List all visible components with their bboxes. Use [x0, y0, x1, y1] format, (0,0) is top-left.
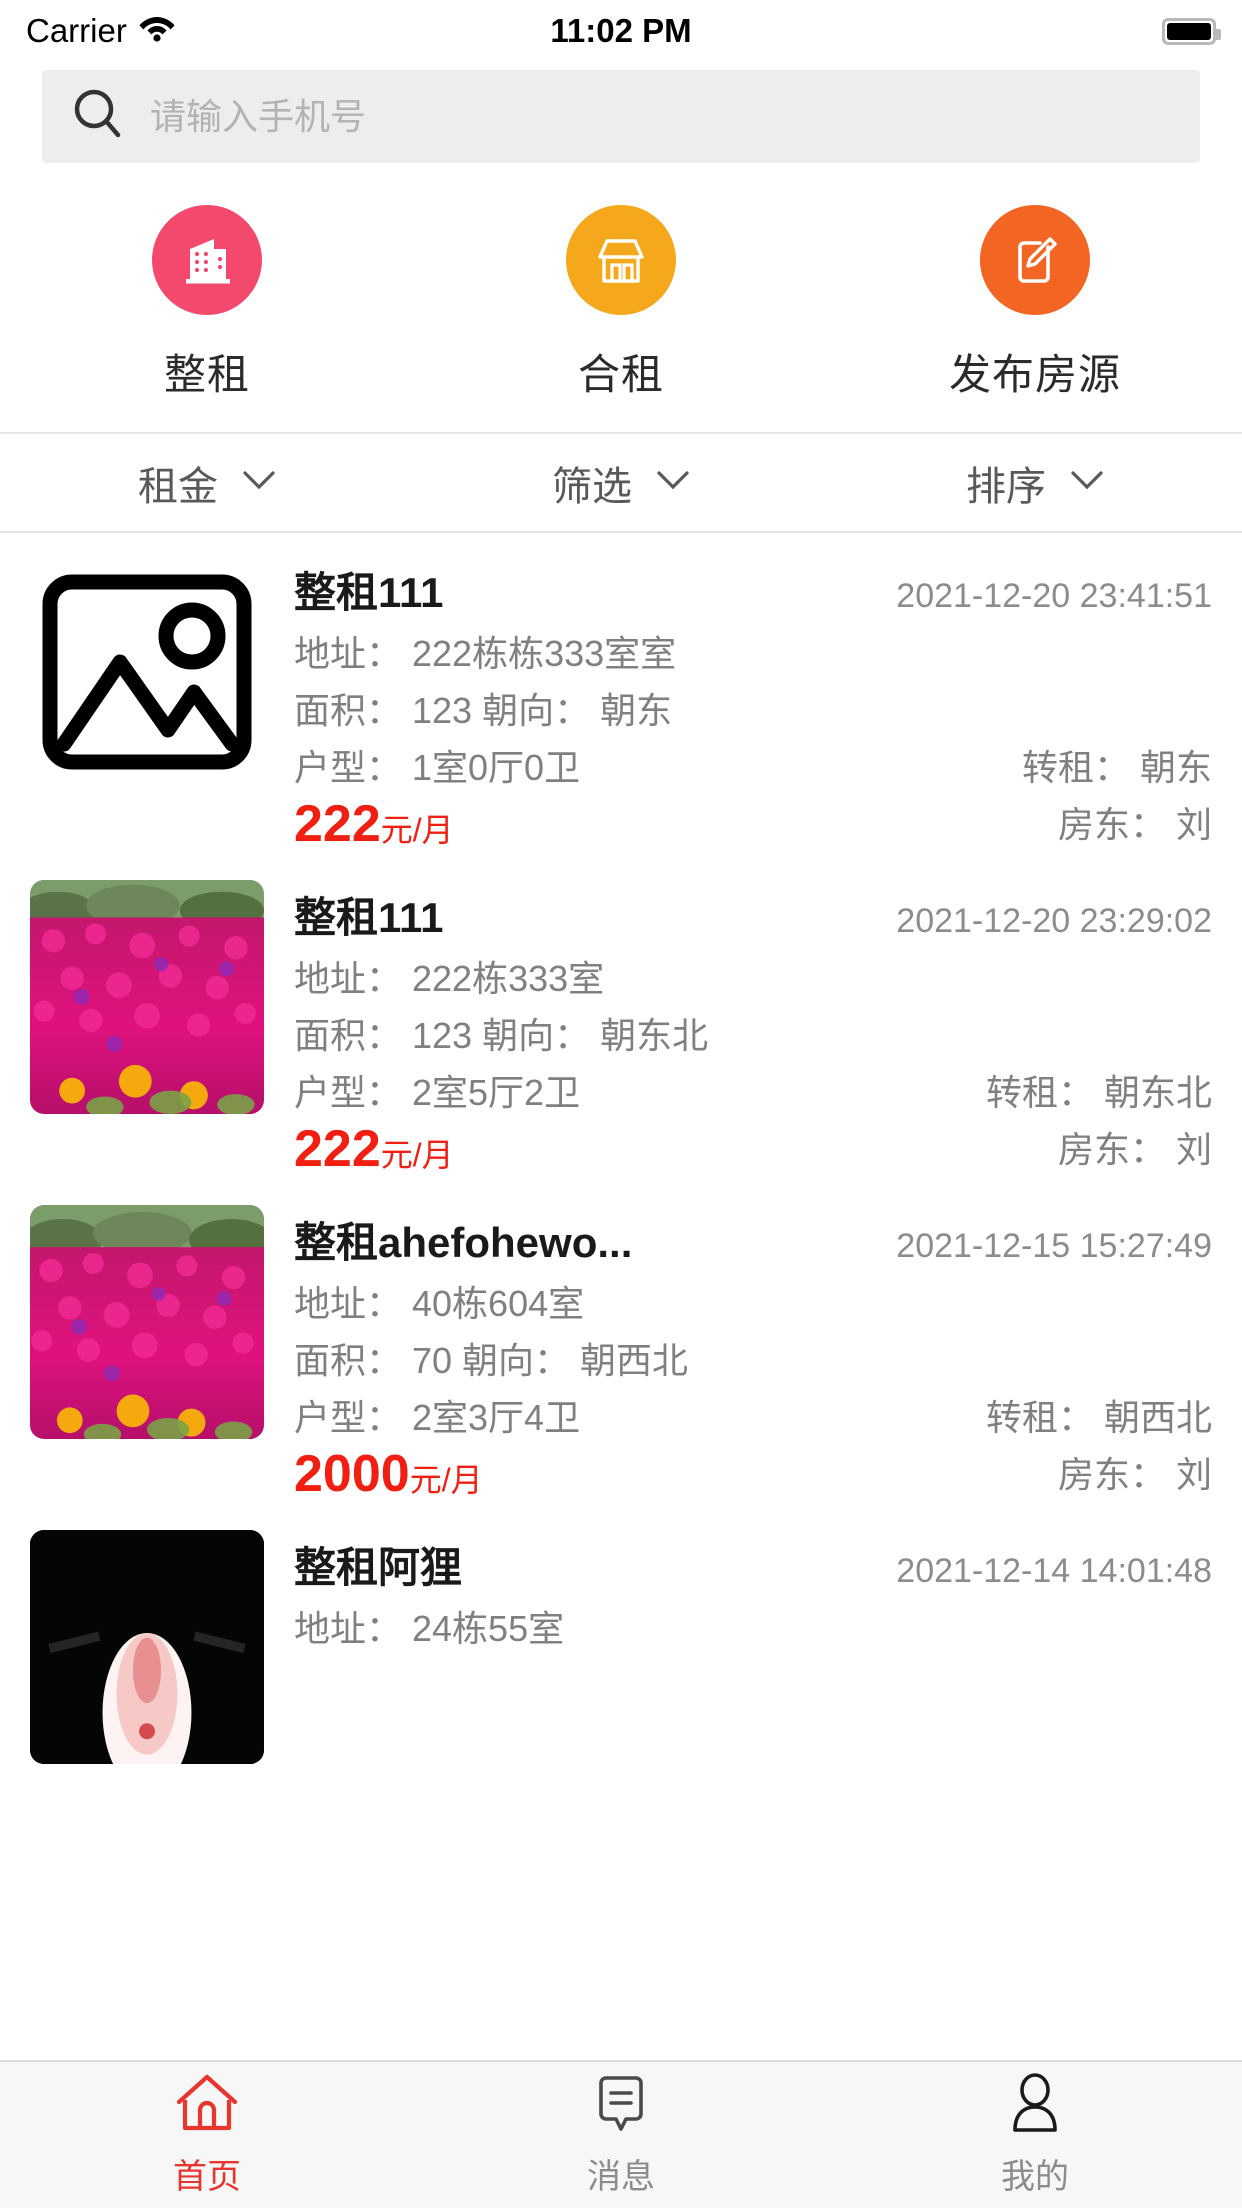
- tab-label: 首页: [173, 2158, 241, 2196]
- category-hezu[interactable]: 合租: [414, 205, 828, 402]
- listing-thumbnail: [30, 1205, 264, 1439]
- tab-label: 消息: [587, 2158, 655, 2196]
- category-label: 发布房源: [948, 351, 1121, 398]
- listing-price: 222元/月: [294, 795, 454, 853]
- tab-bar: 首页 消息 我的: [0, 2060, 1242, 2208]
- list-item[interactable]: 整租阿狸 2021-12-14 14:01:48 地址： 24栋55室: [0, 1504, 1242, 1764]
- listing-landlord: 房东： 刘: [1057, 1129, 1212, 1170]
- listing-layout-row: 户型： 2室5厅2卫 转租： 朝东北: [294, 1064, 1212, 1116]
- filter-label: 租金: [138, 464, 218, 509]
- listing-title: 整租ahefohewo...: [294, 1219, 633, 1266]
- listing-landlord: 房东： 刘: [1057, 1454, 1212, 1495]
- shop-icon: [566, 205, 676, 315]
- tab-label: 我的: [1001, 2158, 1069, 2196]
- listing-address: 地址： 222栋333室: [294, 958, 605, 999]
- listing-sublet: 转租： 朝东北: [985, 1072, 1212, 1113]
- listing-info: 整租111 2021-12-20 23:29:02 地址： 222栋333室 面…: [294, 880, 1212, 1179]
- listing-header: 整租111 2021-12-20 23:41:51: [294, 559, 1212, 620]
- listing-layout: 户型： 2室5厅2卫: [294, 1072, 581, 1113]
- search-bar[interactable]: [42, 70, 1200, 163]
- listing-sublet: 转租： 朝西北: [985, 1397, 1212, 1438]
- listing-info: 整租阿狸 2021-12-14 14:01:48 地址： 24栋55室: [294, 1530, 1212, 1764]
- filter-sort[interactable]: 排序: [828, 454, 1242, 512]
- filter-bar: 租金 筛选 排序: [0, 434, 1242, 531]
- message-icon: [588, 2072, 654, 2139]
- category-publish[interactable]: 发布房源: [828, 205, 1242, 402]
- listing-info: 整租111 2021-12-20 23:41:51 地址： 222栋栋333室室…: [294, 555, 1212, 854]
- listing-area-orientation: 面积： 123 朝向： 朝东: [294, 690, 673, 731]
- status-bar-left: Carrier: [26, 12, 175, 50]
- listing-price: 2000元/月: [294, 1445, 483, 1503]
- category-label: 整租: [163, 351, 250, 398]
- wifi-icon: [139, 12, 175, 50]
- listing-time: 2021-12-20 23:29:02: [896, 902, 1212, 940]
- filter-label: 筛选: [552, 464, 632, 509]
- listing-landlord: 房东： 刘: [1057, 804, 1212, 845]
- person-icon: [1002, 2072, 1068, 2139]
- listing-layout: 户型： 2室3厅4卫: [294, 1397, 581, 1438]
- tab-home[interactable]: 首页: [0, 2072, 414, 2198]
- listing-title: 整租阿狸: [294, 1544, 463, 1591]
- category-zhengzu[interactable]: 整租: [0, 205, 414, 402]
- filter-rent[interactable]: 租金: [0, 454, 414, 512]
- listing-time: 2021-12-15 15:27:49: [896, 1227, 1212, 1265]
- category-label: 合租: [577, 351, 664, 398]
- tab-messages[interactable]: 消息: [414, 2072, 828, 2198]
- chevron-down-icon: [1070, 469, 1104, 496]
- chevron-down-icon: [242, 469, 276, 496]
- building-icon: [152, 205, 262, 315]
- listing-header: 整租阿狸 2021-12-14 14:01:48: [294, 1534, 1212, 1595]
- carrier-label: Carrier: [26, 12, 127, 49]
- listing-title: 整租111: [294, 569, 444, 616]
- listing-address: 地址： 40栋604室: [294, 1283, 585, 1324]
- listing-sublet: 转租： 朝东: [1021, 747, 1212, 788]
- tab-profile[interactable]: 我的: [828, 2072, 1242, 2198]
- placeholder-image-icon: [30, 555, 264, 789]
- listing-area-orientation: 面积： 123 朝向： 朝东北: [294, 1015, 709, 1056]
- listing-price-row: 222元/月 房东： 刘: [294, 795, 1212, 854]
- listing-price: 222元/月: [294, 1120, 454, 1178]
- listing-price-row: 222元/月 房东： 刘: [294, 1120, 1212, 1179]
- listing-layout-row: 户型： 1室0厅0卫 转租： 朝东: [294, 739, 1212, 791]
- filter-screen[interactable]: 筛选: [414, 454, 828, 512]
- listing-time: 2021-12-14 14:01:48: [896, 1552, 1212, 1590]
- listing-address: 地址： 24栋55室: [294, 1608, 565, 1649]
- listing-info: 整租ahefohewo... 2021-12-15 15:27:49 地址： 4…: [294, 1205, 1212, 1504]
- app-screen: Carrier 11:02 PM 请输入手机号 整租 合租 发布房源 租金 筛选…: [0, 0, 1242, 2208]
- listing-price-row: 2000元/月 房东： 刘: [294, 1445, 1212, 1504]
- list-item[interactable]: 整租111 2021-12-20 23:41:51 地址： 222栋栋333室室…: [0, 533, 1242, 854]
- filter-label: 排序: [966, 464, 1046, 509]
- home-icon: [174, 2072, 240, 2139]
- listing-address: 地址： 222栋栋333室室: [294, 633, 677, 674]
- listing-area-orientation: 面积： 70 朝向： 朝西北: [294, 1340, 689, 1381]
- listing-thumbnail: [30, 1530, 264, 1764]
- status-bar: Carrier 11:02 PM: [0, 0, 1242, 62]
- battery-icon: [1162, 17, 1221, 45]
- list-item[interactable]: 整租ahefohewo... 2021-12-15 15:27:49 地址： 4…: [0, 1179, 1242, 1504]
- edit-square-icon: [980, 205, 1090, 315]
- category-row: 整租 合租 发布房源: [0, 163, 1242, 432]
- listing-header: 整租111 2021-12-20 23:29:02: [294, 884, 1212, 945]
- listing-title: 整租111: [294, 894, 444, 941]
- listing-header: 整租ahefohewo... 2021-12-15 15:27:49: [294, 1209, 1212, 1270]
- search-section: [0, 62, 1242, 163]
- listing-time: 2021-12-20 23:41:51: [896, 577, 1212, 615]
- status-bar-right: [1162, 17, 1221, 45]
- listing-list[interactable]: 整租111 2021-12-20 23:41:51 地址： 222栋栋333室室…: [0, 533, 1242, 2060]
- listing-thumbnail: [30, 880, 264, 1114]
- status-bar-time: 11:02 PM: [550, 12, 692, 49]
- search-input[interactable]: [150, 70, 1170, 163]
- list-item[interactable]: 整租111 2021-12-20 23:29:02 地址： 222栋333室 面…: [0, 854, 1242, 1179]
- listing-layout-row: 户型： 2室3厅4卫 转租： 朝西北: [294, 1389, 1212, 1441]
- chevron-down-icon: [656, 469, 690, 496]
- search-icon: [72, 88, 124, 145]
- listing-layout: 户型： 1室0厅0卫: [294, 747, 581, 788]
